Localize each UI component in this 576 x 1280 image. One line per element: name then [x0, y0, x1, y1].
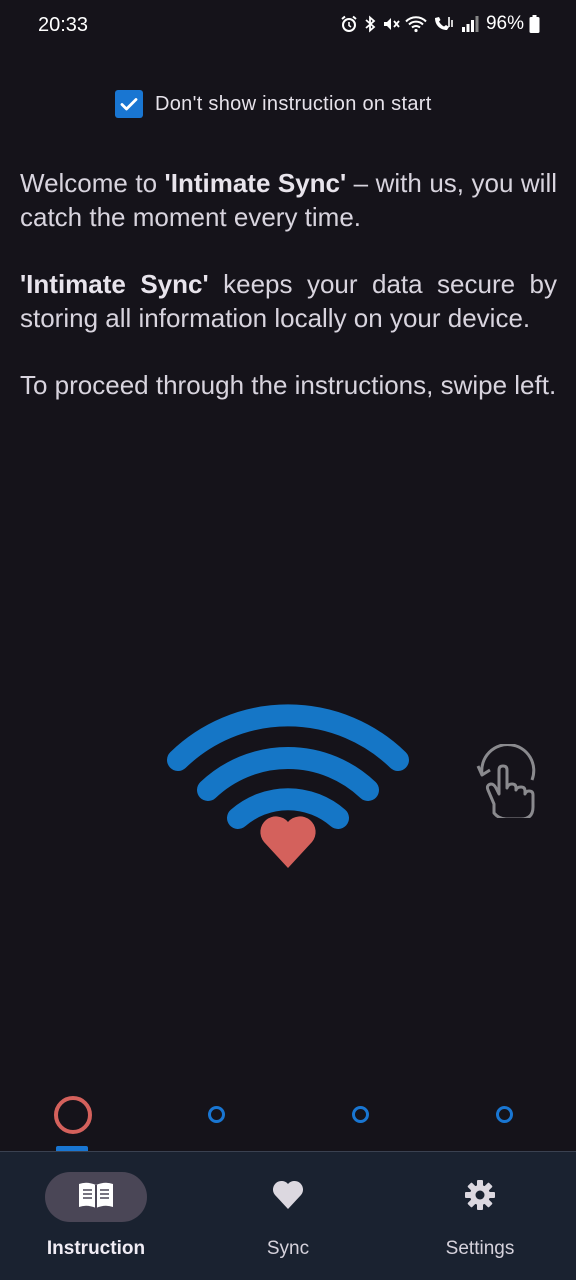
welcome-prefix: Welcome to — [20, 168, 165, 198]
checkbox-label: Don't show instruction on start — [155, 92, 432, 115]
battery-percent: 96% — [485, 13, 524, 34]
heart-icon — [271, 1180, 305, 1215]
nav-label: Settings — [445, 1238, 515, 1259]
status-icons: 96% — [340, 13, 540, 35]
privacy-paragraph: 'Intimate Sync' keeps your data secure b… — [20, 267, 557, 335]
page-dot-current[interactable] — [54, 1096, 92, 1134]
swipe-instruction: To proceed through the instructions, swi… — [20, 370, 557, 400]
page-dot[interactable] — [208, 1106, 225, 1123]
gear-icon — [464, 1179, 496, 1216]
status-bar: 20:33 96% — [0, 0, 576, 52]
nav-item-sync[interactable]: Sync — [192, 1152, 384, 1280]
nav-active-pill — [45, 1172, 147, 1222]
page-dot[interactable] — [352, 1106, 369, 1123]
swipe-gesture-icon — [470, 743, 540, 821]
battery-icon — [529, 15, 540, 33]
alarm-icon — [340, 15, 358, 33]
signal-icon — [461, 15, 479, 33]
wifi-calling-icon — [432, 15, 456, 33]
page-indicator — [0, 1094, 576, 1134]
brand-name: 'Intimate Sync' — [164, 168, 347, 198]
page-dot[interactable] — [496, 1106, 513, 1123]
nav-icon-container — [237, 1172, 339, 1222]
bottom-navigation: Instruction Sync Settings — [0, 1151, 576, 1280]
instruction-screen: 20:33 96% Don't show instruction on star… — [0, 0, 576, 1280]
wifi-heart-icon — [166, 690, 410, 872]
nav-item-instruction[interactable]: Instruction — [0, 1152, 192, 1280]
status-time: 20:33 — [38, 14, 89, 36]
book-icon — [77, 1181, 115, 1214]
welcome-text: Welcome to 'Intimate Sync' – with us, yo… — [20, 166, 557, 435]
nav-icon-container — [429, 1172, 531, 1222]
welcome-paragraph: Welcome to 'Intimate Sync' – with us, yo… — [20, 166, 557, 234]
nav-label: Instruction — [46, 1238, 146, 1259]
nav-label: Sync — [266, 1238, 310, 1259]
checkbox-checked-icon[interactable] — [115, 90, 143, 118]
brand-name: 'Intimate Sync' — [20, 269, 209, 299]
mute-icon — [382, 15, 400, 33]
nav-item-settings[interactable]: Settings — [384, 1152, 576, 1280]
dont-show-instruction-toggle[interactable]: Don't show instruction on start — [115, 90, 432, 118]
wifi-icon — [405, 15, 427, 33]
bluetooth-icon — [363, 15, 377, 33]
